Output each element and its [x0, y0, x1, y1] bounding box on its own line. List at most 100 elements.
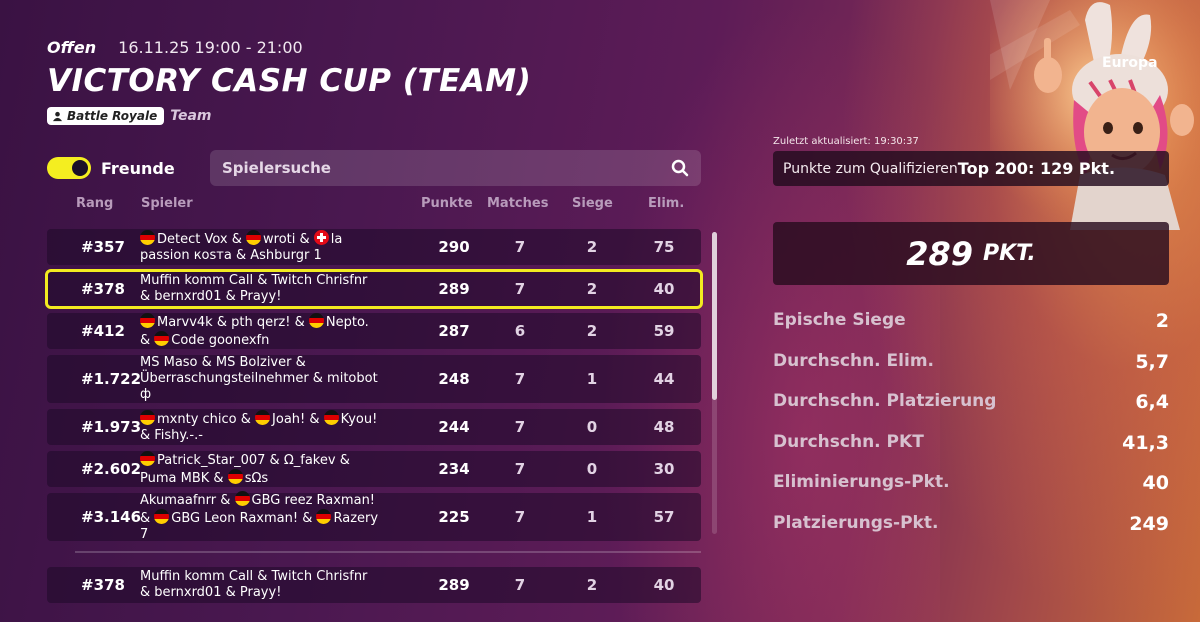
stat-value: 249	[1129, 512, 1169, 535]
total-points-box: 289 PKT.	[773, 222, 1169, 285]
table-row-own-team-pinned[interactable]: #378 Muffin komm Call & Twitch Chrisfnr &…	[47, 567, 701, 603]
row-player: MS Maso & MS Bolziver & Überraschungsteil…	[140, 355, 378, 402]
crown-icon	[52, 111, 63, 121]
format-label: Team	[170, 108, 212, 124]
row-wins: 1	[586, 370, 598, 388]
col-player: Spieler	[141, 196, 193, 211]
leaderboard-rows: #357 Detect Vox & wroti & la passion коsт…	[45, 229, 703, 547]
row-elims: 75	[653, 238, 675, 256]
table-row[interactable]: #412 Marvv4k & pth qerz! & Nepto. & Code …	[47, 313, 701, 349]
col-points: Punkte	[421, 196, 473, 211]
table-row-own-team[interactable]: #378 Muffin komm Call & Twitch Chrisfnr &…	[45, 269, 703, 309]
row-points: 290	[438, 238, 470, 256]
row-player: Marvv4k & pth qerz! & Nepto. & Code goone…	[140, 313, 369, 348]
qualify-value: Top 200: 129 Pkt.	[957, 159, 1116, 178]
scroll-thumb[interactable]	[712, 232, 717, 400]
search-icon[interactable]	[671, 159, 689, 177]
stat-label: Durchschn. PKT	[773, 431, 924, 452]
row-rank: #2.602	[81, 460, 142, 478]
row-wins: 2	[586, 576, 598, 594]
event-date-range: 16.11.25 19:00 - 21:00	[118, 38, 303, 57]
stat-label: Epische Siege	[773, 310, 906, 330]
row-matches: 7	[514, 418, 526, 436]
stat-label: Durchschn. Elim.	[773, 350, 934, 371]
germany-flag-icon	[255, 410, 271, 425]
table-row[interactable]: #2.602 Patrick_Star_007 & Ω_fakev & Puma …	[47, 451, 701, 487]
stat-row: Eliminierungs-Pkt. 40	[773, 472, 1169, 513]
row-points: 289	[438, 280, 470, 298]
row-matches: 7	[514, 508, 526, 526]
row-player: Muffin komm Call & Twitch Chrisfnr & bern…	[140, 569, 368, 600]
germany-flag-icon	[140, 313, 155, 328]
germany-flag-icon	[246, 230, 262, 245]
leaderboard-scrollbar[interactable]	[712, 232, 717, 534]
row-points: 225	[438, 508, 470, 526]
row-points: 289	[438, 576, 470, 594]
row-wins: 1	[586, 508, 598, 526]
row-points: 244	[438, 418, 470, 436]
germany-flag-icon	[308, 313, 324, 328]
row-matches: 7	[514, 576, 526, 594]
stat-label: Eliminierungs-Pkt.	[773, 472, 950, 492]
friends-label: Freunde	[101, 158, 175, 178]
germany-flag-icon	[234, 491, 250, 506]
row-elims: 59	[653, 322, 675, 340]
switzerland-flag-icon	[313, 230, 329, 245]
row-rank: #412	[81, 322, 125, 340]
row-rank: #378	[81, 576, 125, 594]
col-rank: Rang	[76, 196, 114, 211]
stats-list: Epische Siege 2 Durchschn. Elim. 5,7 Durch…	[773, 310, 1169, 553]
row-matches: 7	[514, 370, 526, 388]
row-rank: #378	[81, 280, 125, 298]
table-row[interactable]: #1.722 MS Maso & MS Bolziver & Überraschu…	[47, 355, 701, 403]
table-row[interactable]: #1.973 mxnty chico & Joah! & Kyou! & Fish…	[47, 409, 701, 445]
germany-flag-icon	[140, 230, 155, 245]
table-header: Rang Spieler Punkte Matches Siege Elim.	[47, 196, 701, 214]
qualify-threshold: Punkte zum Qualifizieren Top 200: 129 Pk…	[773, 151, 1169, 186]
row-wins: 2	[586, 280, 598, 298]
stat-row: Platzierungs-Pkt. 249	[773, 513, 1169, 554]
row-wins: 2	[586, 238, 598, 256]
row-wins: 0	[586, 418, 598, 436]
stat-row: Epische Siege 2	[773, 310, 1169, 351]
stat-row: Durchschn. Platzierung 6,4	[773, 391, 1169, 432]
player-search-input[interactable]: Spielersuche	[210, 150, 701, 186]
character-artwork	[990, 0, 1200, 230]
last-updated: Zuletzt aktualisiert: 19:30:37	[773, 136, 919, 147]
row-wins: 2	[586, 322, 598, 340]
row-elims: 30	[653, 460, 675, 478]
mode-label: Battle Royale	[67, 109, 158, 123]
event-title: VICTORY CASH CUP (TEAM)	[47, 63, 532, 99]
germany-flag-icon	[227, 469, 243, 484]
stat-label: Platzierungs-Pkt.	[773, 512, 939, 533]
row-matches: 7	[514, 460, 526, 478]
row-elims: 40	[653, 280, 675, 298]
divider	[75, 551, 701, 553]
row-elims: 44	[653, 370, 675, 388]
row-elims: 40	[653, 576, 675, 594]
total-points: 289	[906, 234, 973, 273]
event-status: Offen	[47, 38, 97, 57]
row-player: Patrick_Star_007 & Ω_fakev & Puma MBK & s…	[140, 451, 350, 486]
germany-flag-icon	[140, 451, 155, 466]
search-placeholder: Spielersuche	[222, 159, 331, 177]
table-row[interactable]: #357 Detect Vox & wroti & la passion коsт…	[47, 229, 701, 265]
row-rank: #357	[81, 238, 125, 256]
stat-value: 40	[1142, 472, 1169, 494]
table-row[interactable]: #3.146 Akumaafnrr & GBG reez Raxman! & GB…	[47, 491, 701, 542]
germany-flag-icon	[323, 410, 339, 425]
pinned-own-row: #378 Muffin komm Call & Twitch Chrisfnr &…	[47, 567, 701, 609]
friends-toggle[interactable]	[47, 157, 91, 179]
row-rank: #1.722	[81, 370, 142, 388]
row-player: mxnty chico & Joah! & Kyou! & Fishy.-.-	[140, 410, 378, 443]
row-points: 234	[438, 460, 470, 478]
germany-flag-icon	[316, 509, 332, 524]
friends-filter: Freunde	[47, 157, 175, 179]
row-matches: 7	[514, 238, 526, 256]
row-rank: #1.973	[81, 418, 142, 436]
row-elims: 48	[653, 418, 675, 436]
qualify-label: Punkte zum Qualifizieren	[783, 160, 958, 177]
row-points: 287	[438, 322, 470, 340]
stat-row: Durchschn. Elim. 5,7	[773, 351, 1169, 392]
row-matches: 6	[514, 322, 526, 340]
